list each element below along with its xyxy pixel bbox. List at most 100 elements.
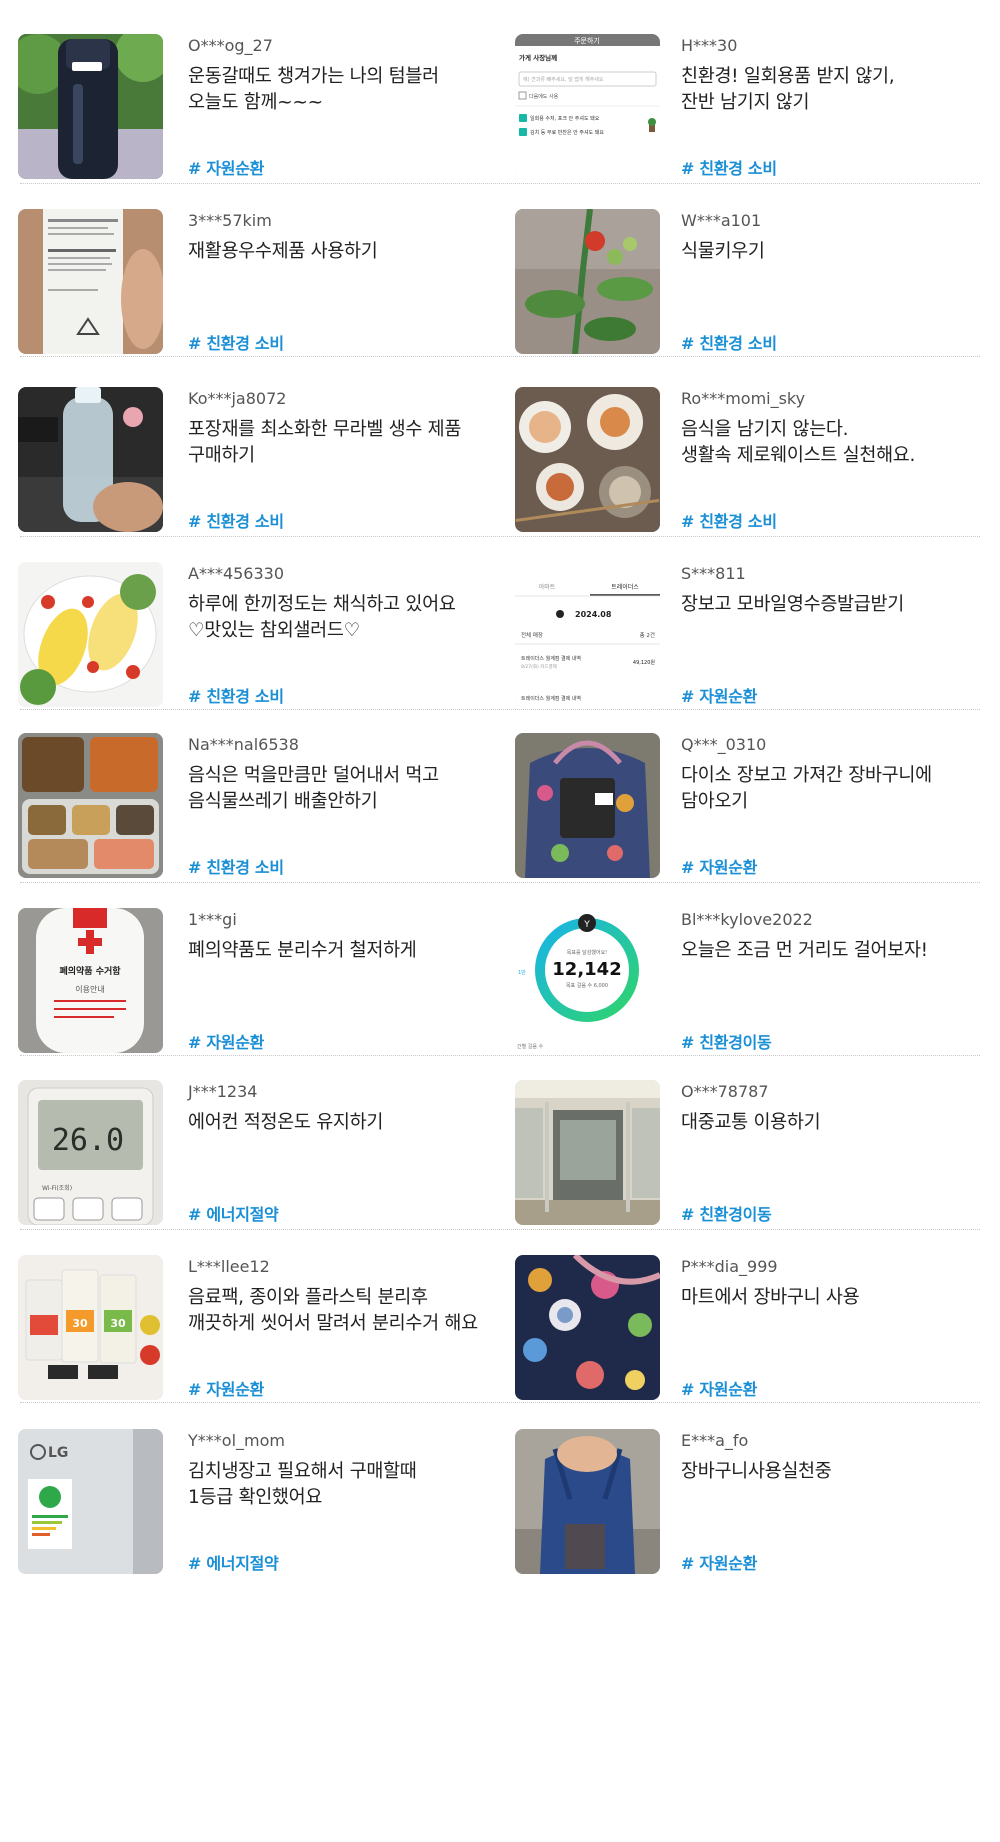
mobile-receipt-screenshot: 아마트 트레이더스 2024.08 전체 매장 총 2건 트레이더스 월계점 결… [515, 562, 660, 707]
post-category-tag[interactable]: # 친환경 소비 [188, 512, 284, 532]
post-category-tag[interactable]: # 친환경 소비 [681, 512, 777, 532]
post-text: 운동갈때도 챙겨가는 나의 텀블러 오늘도 함께~~~ [188, 66, 439, 113]
post-card[interactable]: Na***nal6538 음식은 먹을만큼만 덜어내서 먹고 음식물쓰레기 배출… [0, 729, 500, 889]
post-card[interactable]: E***a_fo 장바구니사용실천중 # 자원순환 [500, 1425, 1000, 1585]
post-category-tag[interactable]: # 자원순환 [188, 1033, 264, 1053]
post-category-tag[interactable]: # 친환경 소비 [188, 858, 284, 878]
post-thumbnail[interactable]: 주문하기 가게 사장님께 예) 견과류 빼주세요, 덜 맵게 해주세요 다음에도… [515, 34, 660, 179]
post-thumbnail[interactable] [18, 34, 163, 179]
post-category-tag[interactable]: # 자원순환 [188, 159, 264, 179]
svg-text:트레이더스 월계점 결제 내역: 트레이더스 월계점 결제 내역 [521, 695, 581, 702]
post-category-tag[interactable]: # 친환경 소비 [188, 334, 284, 354]
label-free-water-bottle-photo [18, 387, 163, 532]
energy-label-fridge-photo: LG [18, 1429, 163, 1574]
post-text: 음식을 남기지 않는다. 생활속 제로웨이스트 실천해요. [681, 419, 916, 466]
post-category-tag[interactable]: # 에너지절약 [188, 1205, 279, 1225]
post-category-tag[interactable]: # 친환경이동 [681, 1033, 772, 1053]
post-card[interactable]: Ro***momi_sky 음식을 남기지 않는다. 생활속 제로웨이스트 실천… [500, 383, 1000, 543]
post-card[interactable]: Q***_0310 다이소 장보고 가져간 장바구니에 담아오기 # 자원순환 [500, 729, 1000, 889]
post-thumbnail[interactable] [515, 387, 660, 532]
post-thumbnail[interactable] [515, 209, 660, 354]
post-meta: E***a_fo 장바구니사용실천중 # 자원순환 [681, 1431, 981, 1576]
post-category-tag[interactable]: # 친환경 소비 [188, 687, 284, 707]
svg-text:간별 걸음 수: 간별 걸음 수 [517, 1043, 544, 1050]
post-category-tag[interactable]: # 자원순환 [681, 687, 757, 707]
feed-row: O***og_27 운동갈때도 챙겨가는 나의 텀블러 오늘도 함께~~~ # … [0, 30, 1000, 190]
post-meta: 1***gi 폐의약품도 분리수거 철저하게 # 자원순환 [188, 910, 488, 1055]
post-thumbnail[interactable]: 아마트 트레이더스 2024.08 전체 매장 총 2건 트레이더스 월계점 결… [515, 562, 660, 707]
svg-text:폐의약품 수거함: 폐의약품 수거함 [59, 965, 121, 977]
post-username: L***llee12 [188, 1257, 270, 1276]
post-category-tag[interactable]: # 친환경 소비 [681, 159, 777, 179]
post-category-tag[interactable]: # 에너지절약 [188, 1554, 279, 1574]
svg-text:김치 등 무료 반찬은 안 주셔도 돼요: 김치 등 무료 반찬은 안 주셔도 돼요 [530, 129, 604, 136]
post-card[interactable]: 26.0 Wi-Fi(조회) J***1234 에어컨 적정온도 유지하기 # … [0, 1076, 500, 1236]
svg-text:목표 걸음 수 6,000: 목표 걸음 수 6,000 [566, 982, 608, 989]
post-card[interactable]: 3***57kim 재활용우수제품 사용하기 # 친환경 소비 [0, 205, 500, 365]
svg-text:LG: LG [48, 1445, 68, 1461]
post-thumbnail[interactable]: 26.0 Wi-Fi(조회) [18, 1080, 163, 1225]
post-text: 에어컨 적정온도 유지하기 [188, 1112, 384, 1133]
shopping-bag-photo [515, 733, 660, 878]
post-card[interactable]: 아마트 트레이더스 2024.08 전체 매장 총 2건 트레이더스 월계점 결… [500, 558, 1000, 718]
post-card[interactable]: P***dia_999 마트에서 장바구니 사용 # 자원순환 [500, 1251, 1000, 1411]
post-text: 김치냉장고 필요해서 구매할때 1등급 확인했어요 [188, 1461, 417, 1508]
post-text: 식물키우기 [681, 241, 765, 262]
post-username: S***811 [681, 564, 746, 583]
post-thumbnail[interactable] [18, 733, 163, 878]
post-thumbnail[interactable] [515, 733, 660, 878]
post-thumbnail[interactable]: 폐의약품 수거함 이용안내 [18, 908, 163, 1053]
subway-car-photo [515, 1080, 660, 1225]
post-category-tag[interactable]: # 자원순환 [681, 1554, 757, 1574]
post-card[interactable]: A***456330 하루에 한끼정도는 채식하고 있어요 ♡맛있는 참외샐러드… [0, 558, 500, 718]
post-meta: 3***57kim 재활용우수제품 사용하기 # 친환경 소비 [188, 211, 488, 356]
post-thumbnail[interactable] [515, 1429, 660, 1574]
post-card[interactable]: W***a101 식물키우기 # 친환경 소비 [500, 205, 1000, 365]
post-card[interactable]: O***og_27 운동갈때도 챙겨가는 나의 텀블러 오늘도 함께~~~ # … [0, 30, 500, 190]
post-card[interactable]: O***78787 대중교통 이용하기 # 친환경이동 [500, 1076, 1000, 1236]
post-category-tag[interactable]: # 자원순환 [188, 1380, 264, 1400]
post-card[interactable]: 주문하기 가게 사장님께 예) 견과류 빼주세요, 덜 맵게 해주세요 다음에도… [500, 30, 1000, 190]
carrying-bag-photo [515, 1429, 660, 1574]
svg-text:전체 매장: 전체 매장 [521, 631, 543, 639]
post-username: E***a_fo [681, 1431, 749, 1450]
post-username: P***dia_999 [681, 1257, 778, 1276]
svg-text:1만: 1만 [518, 969, 526, 976]
post-username: 3***57kim [188, 211, 272, 230]
post-thumbnail[interactable]: 30 30 [18, 1255, 163, 1400]
post-card[interactable]: Ko***ja8072 포장재를 최소화한 무라벨 생수 제품 구매하기 # 친… [0, 383, 500, 543]
post-text: 폐의약품도 분리수거 철저하게 [188, 940, 417, 961]
post-meta: S***811 장보고 모바일영수증발급받기 # 자원순환 [681, 564, 981, 709]
post-thumbnail[interactable] [18, 209, 163, 354]
post-category-tag[interactable]: # 친환경이동 [681, 1205, 772, 1225]
svg-text:Y: Y [583, 920, 590, 930]
post-card[interactable]: Y 목표를 달성했어요! 12,142 목표 걸음 수 6,000 1만 간별 … [500, 904, 1000, 1064]
post-meta: Q***_0310 다이소 장보고 가져간 장바구니에 담아오기 # 자원순환 [681, 735, 981, 880]
post-thumbnail[interactable]: Y 목표를 달성했어요! 12,142 목표 걸음 수 6,000 1만 간별 … [515, 908, 660, 1053]
post-thumbnail[interactable] [18, 387, 163, 532]
post-username: Y***ol_mom [188, 1431, 285, 1450]
post-text: 대중교통 이용하기 [681, 1112, 821, 1133]
svg-text:트레이더스: 트레이더스 [611, 583, 639, 591]
post-thumbnail[interactable] [515, 1255, 660, 1400]
post-card[interactable]: LG Y***ol_mom 김치냉장고 필요해서 구매할때 1등급 확인했어요 … [0, 1425, 500, 1585]
post-category-tag[interactable]: # 자원순환 [681, 1380, 757, 1400]
post-username: Bl***kylove2022 [681, 910, 813, 929]
post-thumbnail[interactable] [515, 1080, 660, 1225]
post-text: 마트에서 장바구니 사용 [681, 1287, 860, 1308]
post-username: Q***_0310 [681, 735, 767, 754]
post-meta: O***78787 대중교통 이용하기 # 친환경이동 [681, 1082, 981, 1227]
post-card[interactable]: 30 30 L***llee12 음료팩, 종이와 플라스틱 분리후 깨끗하게 … [0, 1251, 500, 1411]
eco-activity-feed: O***og_27 운동갈때도 챙겨가는 나의 텀블러 오늘도 함께~~~ # … [0, 0, 1000, 1842]
svg-text:26.0: 26.0 [52, 1123, 124, 1158]
post-username: Ro***momi_sky [681, 389, 806, 408]
post-text: 오늘은 조금 먼 거리도 걸어보자! [681, 940, 928, 961]
post-username: O***78787 [681, 1082, 769, 1101]
post-thumbnail[interactable]: LG [18, 1429, 163, 1574]
post-card[interactable]: 폐의약품 수거함 이용안내 1***gi 폐의약품도 분리수거 철저하게 # 자… [0, 904, 500, 1064]
post-category-tag[interactable]: # 자원순환 [681, 858, 757, 878]
post-thumbnail[interactable] [18, 562, 163, 707]
post-meta: J***1234 에어컨 적정온도 유지하기 # 에너지절약 [188, 1082, 488, 1227]
post-username: W***a101 [681, 211, 762, 230]
post-category-tag[interactable]: # 친환경 소비 [681, 334, 777, 354]
